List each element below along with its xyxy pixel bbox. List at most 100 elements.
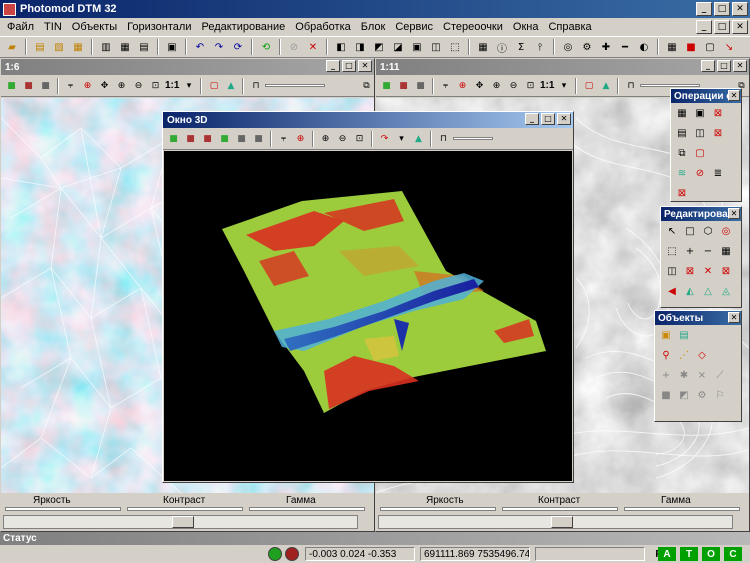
zoom-fit-icon[interactable]: ⊡ (148, 78, 163, 93)
ed-select-icon[interactable]: ⬚ (665, 244, 679, 258)
repeat-icon[interactable]: ⟳ (230, 39, 246, 55)
ed-circle-icon[interactable]: ◎ (719, 224, 733, 238)
r-scale-dropdown-icon[interactable]: ▾ (556, 78, 571, 93)
op-stack-icon[interactable]: ≣ (711, 166, 725, 180)
frame-icon[interactable]: ▢ (206, 78, 221, 93)
v3d-measure-icon[interactable]: ⫧ (276, 131, 291, 146)
menu-help[interactable]: Справка (543, 21, 596, 33)
open-project-icon[interactable]: ▤ (32, 39, 48, 55)
triangle-icon[interactable]: ▲ (223, 78, 238, 93)
refresh-icon[interactable]: ⟲ (258, 39, 274, 55)
operations-close-icon[interactable]: ✕ (728, 90, 740, 101)
v3d-render-icon-5[interactable]: ■ (234, 131, 249, 146)
window-cascade-icon[interactable]: ▢ (702, 39, 718, 55)
left-restore-button[interactable]: □ (342, 60, 356, 72)
v3d-render-icon-1[interactable]: ■ (166, 131, 181, 146)
layer-green-icon[interactable]: ■ (4, 78, 19, 93)
objects-close-icon[interactable]: ✕ (728, 312, 740, 323)
v3d-rotate-icon[interactable]: ↷ (377, 131, 392, 146)
ed-add-icon[interactable]: + (683, 244, 697, 258)
ed-tri-green-icon[interactable]: ◭ (683, 284, 697, 298)
menu-windows[interactable]: Окна (508, 21, 544, 33)
v3d-render-icon-3[interactable]: ■ (200, 131, 215, 146)
stereo-glasses-icon[interactable]: ⧉ (359, 78, 374, 93)
calc-icon[interactable]: ▥ (98, 39, 114, 55)
right-contrast-slider[interactable] (502, 507, 618, 511)
minus-icon[interactable]: ━ (617, 39, 633, 55)
pin-icon[interactable]: ⫯ (532, 39, 548, 55)
ed-tri-split-icon[interactable]: ◬ (719, 284, 733, 298)
menu-block[interactable]: Блок (356, 21, 391, 33)
op-remove-icon[interactable]: ⊠ (675, 186, 689, 200)
save-icon[interactable]: ▦ (70, 39, 86, 55)
obj-measure-icon[interactable]: ⟋ (713, 368, 727, 382)
split-icon[interactable]: ◐ (636, 39, 652, 55)
v3d-render-icon-4[interactable]: ■ (217, 131, 232, 146)
obj-edit-icon[interactable]: ▤ (677, 328, 691, 342)
menu-editing[interactable]: Редактирование (196, 21, 290, 33)
info-icon[interactable]: ⓘ (494, 39, 510, 55)
close-button[interactable]: ✕ (732, 2, 748, 16)
v3d-render-icon-6[interactable]: ■ (251, 131, 266, 146)
left-scale-label[interactable]: 1:1 (165, 80, 179, 91)
obj-flag-icon[interactable]: ⚐ (713, 388, 727, 402)
ed-cross-icon[interactable]: ⊠ (683, 264, 697, 278)
plus-icon[interactable]: ✚ (598, 39, 614, 55)
crosshair-icon[interactable]: ⊕ (80, 78, 95, 93)
obj-settings-icon[interactable]: ⚙ (695, 388, 709, 402)
tool-icon-3[interactable]: ◩ (371, 39, 387, 55)
open-folder-icon[interactable]: ▰ (4, 39, 20, 55)
op-table-icon[interactable]: ▤ (675, 126, 689, 140)
menu-contours[interactable]: Горизонтали (122, 21, 196, 33)
left-close-button[interactable]: ✕ (358, 60, 372, 72)
ed-polygon-icon[interactable]: ⬡ (701, 224, 715, 238)
left-brightness-slider[interactable] (5, 507, 121, 511)
menu-tin[interactable]: TIN (39, 21, 67, 33)
undo-icon[interactable]: ↶ (192, 39, 208, 55)
op-merge-icon[interactable]: ⧉ (675, 146, 689, 160)
r-zoom-out-icon[interactable]: ⊖ (506, 78, 521, 93)
obj-layers-icon[interactable]: ◩ (677, 388, 691, 402)
op-edit-icon[interactable]: ≋ (675, 166, 689, 180)
open-tin-icon[interactable]: ▧ (51, 39, 67, 55)
v3d-slider[interactable] (453, 137, 493, 140)
v3d-lock-icon[interactable]: ⊓ (436, 131, 451, 146)
table-icon[interactable]: ▤ (136, 39, 152, 55)
r-zoom-fit-icon[interactable]: ⊡ (523, 78, 538, 93)
op-calc-icon[interactable]: ▦ (675, 106, 689, 120)
layer-gray-icon[interactable]: ■ (38, 78, 53, 93)
editing-close-icon[interactable]: ✕ (728, 208, 740, 219)
mdi-minimize-button[interactable]: _ (696, 20, 712, 34)
minimize-button[interactable]: _ (696, 2, 712, 16)
window-stop-icon[interactable]: ■ (683, 39, 699, 55)
ed-rect-icon[interactable]: □ (683, 224, 697, 238)
print-icon[interactable]: ▣ (164, 39, 180, 55)
obj-join-icon[interactable]: ⨯ (695, 368, 709, 382)
move-icon[interactable]: ✥ (97, 78, 112, 93)
ed-copy-icon[interactable]: ◫ (665, 264, 679, 278)
v3d-crosshair-icon[interactable]: ⊕ (293, 131, 308, 146)
tool-icon-5[interactable]: ▣ (409, 39, 425, 55)
lock-icon[interactable]: ⊓ (248, 78, 263, 93)
left-scroll-thumb[interactable] (172, 516, 194, 528)
left-contrast-slider[interactable] (127, 507, 243, 511)
grid-icon[interactable]: ▦ (117, 39, 133, 55)
op-cut-icon[interactable]: ⊘ (693, 166, 707, 180)
view3d-canvas[interactable] (164, 151, 572, 481)
right-gamma-slider[interactable] (624, 507, 740, 511)
op-delete-icon[interactable]: ⊠ (711, 126, 725, 140)
view3d-restore-button[interactable]: □ (541, 113, 555, 125)
ed-tri-outline-icon[interactable]: △ (701, 284, 715, 298)
v3d-triangle-icon[interactable]: ▲ (411, 131, 426, 146)
tool-icon-1[interactable]: ◧ (333, 39, 349, 55)
menu-stereo[interactable]: Стереоочки (438, 21, 508, 33)
v3d-render-icon-2[interactable]: ■ (183, 131, 198, 146)
sigma-icon[interactable]: Σ (513, 39, 529, 55)
obj-point-icon[interactable]: ⚲ (659, 348, 673, 362)
r-move-icon[interactable]: ✥ (472, 78, 487, 93)
ed-remove-icon[interactable]: ⊠ (719, 264, 733, 278)
op-layers-icon[interactable]: ◫ (693, 126, 707, 140)
obj-square-icon[interactable]: ■ (659, 388, 673, 402)
menu-file[interactable]: Файл (2, 21, 39, 33)
ed-grid-icon[interactable]: ▦ (719, 244, 733, 258)
